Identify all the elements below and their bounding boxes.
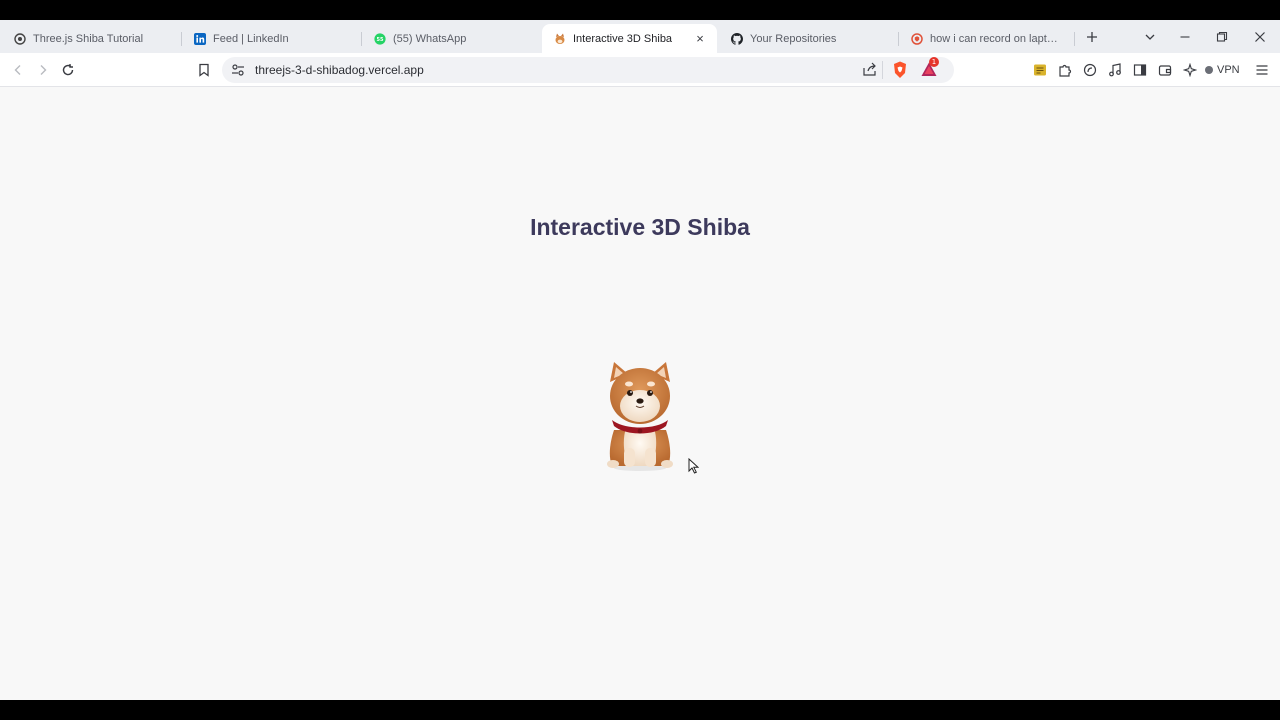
note-extension-icon <box>1034 64 1046 76</box>
page-viewport: Interactive 3D Shiba <box>0 88 1280 700</box>
tab-label: Three.js Shiba Tutorial <box>33 32 144 45</box>
bookmark-icon <box>199 63 209 77</box>
browser-window: Three.js Shiba Tutorial Feed | LinkedIn … <box>0 20 1280 700</box>
page-title: Interactive 3D Shiba <box>530 214 750 240</box>
close-window-button[interactable] <box>1251 28 1269 46</box>
linkedin-icon <box>194 32 206 45</box>
back-button[interactable] <box>9 61 27 79</box>
tab-linkedin[interactable]: Feed | LinkedIn <box>182 24 360 53</box>
restore-button[interactable] <box>1213 28 1231 46</box>
leo-extension-button[interactable] <box>1081 61 1099 79</box>
vpn-button[interactable]: VPN <box>1205 61 1240 79</box>
bookmark-button[interactable] <box>195 61 213 79</box>
main-menu-button[interactable] <box>1253 61 1271 79</box>
close-tab-icon[interactable]: × <box>693 31 707 46</box>
screen: Three.js Shiba Tutorial Feed | LinkedIn … <box>0 0 1280 720</box>
vpn-status-icon <box>1205 66 1213 74</box>
new-tab-button[interactable] <box>1083 28 1101 46</box>
sidebar-icon <box>1133 64 1147 76</box>
tab-threejs[interactable]: Three.js Shiba Tutorial <box>2 24 180 53</box>
plus-icon <box>1087 32 1097 42</box>
threejs-icon <box>14 32 26 45</box>
navigation-toolbar: threejs-3-d-shibadog.vercel.app 1 VPN <box>0 53 1280 87</box>
minimize-button[interactable] <box>1176 28 1194 46</box>
whatsapp-icon: 55 <box>374 32 386 45</box>
vpn-label: VPN <box>1217 64 1240 76</box>
tab-label: how i can record on laptop - B <box>930 32 1063 45</box>
shield-extension-icon <box>1083 63 1097 77</box>
svg-text:55: 55 <box>377 37 384 43</box>
tab-interactive-shiba[interactable]: Interactive 3D Shiba × <box>542 24 717 53</box>
puzzle-icon <box>1059 64 1072 77</box>
tab-separator <box>1074 32 1075 46</box>
back-arrow-icon <box>14 65 21 75</box>
tab-label: Interactive 3D Shiba <box>573 32 673 45</box>
github-icon <box>731 32 743 45</box>
tab-github[interactable]: Your Repositories <box>719 24 897 53</box>
share-icon[interactable] <box>862 62 877 82</box>
tab-label: (55) WhatsApp <box>393 32 467 45</box>
site-settings-icon[interactable] <box>231 63 245 82</box>
url-text[interactable]: threejs-3-d-shibadog.vercel.app <box>255 63 424 77</box>
sidebar-button[interactable] <box>1131 61 1149 79</box>
hamburger-menu-icon <box>1256 65 1268 75</box>
shiba-3d-model[interactable] <box>600 360 680 477</box>
leo-ai-button[interactable] <box>1181 61 1199 79</box>
reload-button[interactable] <box>59 61 77 79</box>
tab-label: Feed | LinkedIn <box>213 32 289 45</box>
forward-button[interactable] <box>34 61 52 79</box>
tab-fade <box>1055 24 1073 53</box>
chevron-down-icon <box>1145 34 1155 40</box>
tab-strip: Three.js Shiba Tutorial Feed | LinkedIn … <box>0 20 1280 53</box>
tab-search-button[interactable] <box>1141 28 1159 46</box>
tab-brave-search[interactable]: how i can record on laptop - B <box>899 24 1073 53</box>
brave-search-icon <box>911 32 923 45</box>
address-divider <box>882 61 883 79</box>
wallet-icon <box>1158 65 1172 76</box>
restore-icon <box>1216 31 1228 42</box>
shiba-icon <box>554 33 566 45</box>
reload-icon <box>62 64 74 76</box>
music-note-icon <box>1109 63 1121 77</box>
close-icon <box>1255 32 1265 42</box>
mouse-cursor-icon <box>688 457 700 479</box>
extension-notes-button[interactable] <box>1031 61 1049 79</box>
sparkle-icon <box>1183 63 1197 77</box>
wallet-button[interactable] <box>1156 61 1174 79</box>
tab-label: Your Repositories <box>750 32 837 45</box>
brave-rewards-icon[interactable]: 1 <box>921 57 939 82</box>
address-bar[interactable]: threejs-3-d-shibadog.vercel.app 1 <box>222 57 954 83</box>
brave-shields-icon[interactable] <box>892 61 908 84</box>
minimize-icon <box>1180 36 1190 38</box>
media-button[interactable] <box>1106 61 1124 79</box>
forward-arrow-icon <box>40 65 47 75</box>
extensions-button[interactable] <box>1056 61 1074 79</box>
tab-whatsapp[interactable]: 55 (55) WhatsApp <box>362 24 540 53</box>
rewards-badge: 1 <box>929 57 939 67</box>
